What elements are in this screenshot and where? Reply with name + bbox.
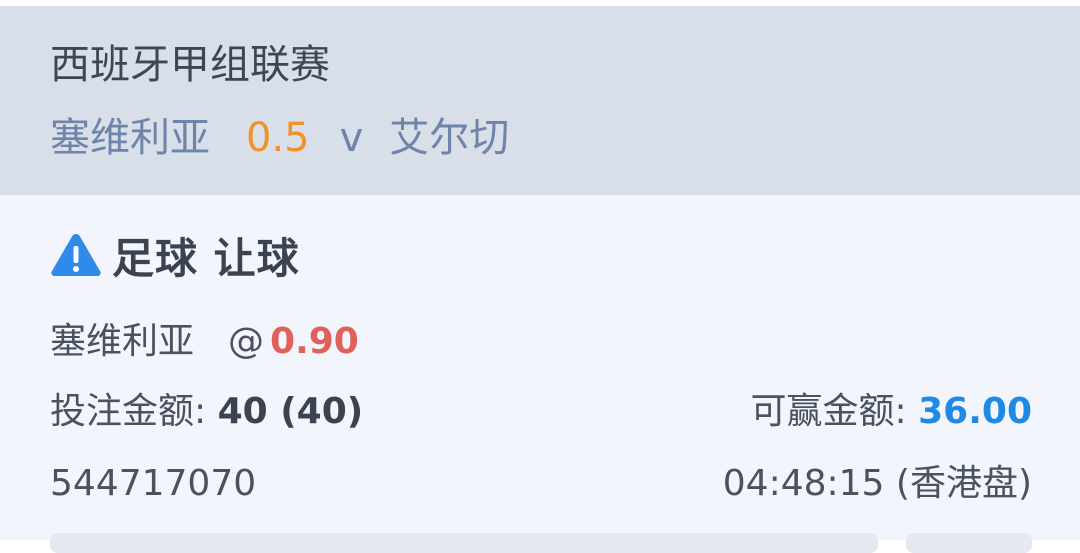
win-value: 36.00: [918, 391, 1032, 432]
match-header: [0, 6, 1080, 195]
bottom-action-button-right[interactable]: [906, 533, 1032, 553]
bottom-action-button-left[interactable]: [50, 533, 878, 553]
away-team: 艾尔切: [389, 115, 510, 161]
bet-title: 足球 让球: [50, 228, 300, 283]
home-team: 塞维利亚: [50, 115, 210, 161]
win-group: 可赢金额: 36.00: [751, 388, 1032, 436]
stake-row: 投注金额: 40 (40) 可赢金额: 36.00: [50, 388, 1032, 436]
selection-line: 塞维利亚 @0.90: [50, 318, 359, 366]
warning-triangle-icon: [51, 234, 101, 276]
stake-group: 投注金额: 40 (40): [50, 388, 363, 436]
versus-label: v: [339, 115, 364, 161]
bet-id: 544717070: [50, 463, 257, 504]
bet-time: 04:48:15 (香港盘): [722, 463, 1032, 504]
handicap-value: 0.5: [246, 115, 310, 161]
selection-team: 塞维利亚: [50, 321, 195, 362]
league-name: 西班牙甲组联赛: [50, 42, 330, 88]
match-line: 塞维利亚 0.5 v 艾尔切: [50, 112, 509, 164]
id-row: 544717070 04:48:15 (香港盘): [50, 460, 1032, 508]
stake-value: 40 (40): [217, 391, 364, 432]
odds-value: 0.90: [270, 321, 359, 362]
win-label: 可赢金额:: [750, 391, 907, 432]
stake-label: 投注金额:: [50, 391, 207, 432]
bet-type-title: 足球 让球: [112, 233, 300, 283]
at-sign: @: [228, 321, 265, 362]
